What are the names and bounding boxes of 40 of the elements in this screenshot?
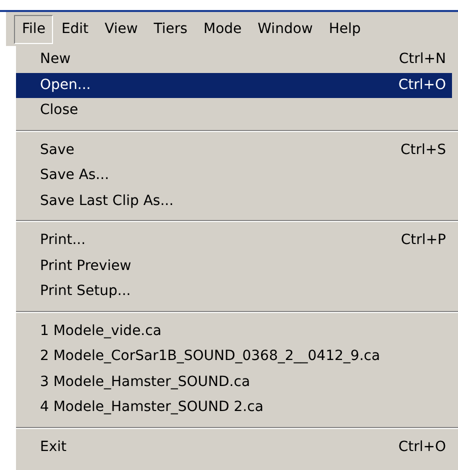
- menu-item-label: 2 Modele_CorSar1B_SOUND_0368_2__0412_9.ca: [40, 347, 380, 366]
- menu-bar-item[interactable]: Help: [320, 14, 369, 44]
- menu-bar-item[interactable]: Edit: [53, 14, 97, 44]
- menu-item[interactable]: Save As...: [16, 163, 452, 188]
- menu-item[interactable]: Open... Ctrl+O: [16, 72, 452, 98]
- menu-item-label: 4 Modele_Hamster_SOUND 2.ca: [40, 398, 264, 418]
- menu-item[interactable]: Exit Ctrl+O: [16, 434, 452, 460]
- menu-bar-item[interactable]: Window: [250, 14, 321, 44]
- menu-item[interactable]: Print Preview: [16, 254, 452, 279]
- menu-item[interactable]: 2 Modele_CorSar1B_SOUND_0368_2__0412_9.ca: [16, 344, 452, 370]
- menu-item-label: Close: [40, 101, 78, 120]
- menu-item[interactable]: Close: [16, 98, 452, 124]
- shortcut-label: Ctrl+P: [400, 231, 446, 250]
- menu-item-label: New: [40, 50, 71, 70]
- menu-item-label: 1 Modele_vide.ca: [40, 322, 162, 341]
- menu-item-label: Save As...: [40, 166, 110, 186]
- menu-item[interactable]: Print... Ctrl+P: [16, 228, 452, 254]
- menu-item[interactable]: 4 Modele_Hamster_SOUND 2.ca: [16, 395, 452, 420]
- menu-item[interactable]: Save Ctrl+S: [16, 138, 452, 163]
- menu-item-label: Print...: [40, 231, 86, 250]
- menu-item-label: Exit: [40, 438, 67, 457]
- menu-item[interactable]: 3 Modele_Hamster_SOUND.ca: [16, 370, 452, 395]
- menu-bar-item[interactable]: Tiers: [146, 14, 196, 44]
- shortcut-label: Ctrl+N: [398, 50, 446, 70]
- menu-bar-item[interactable]: Mode: [195, 14, 250, 44]
- menu-item-label: Save Last Clip As...: [40, 192, 174, 211]
- menu-item[interactable]: 1 Modele_vide.ca: [16, 318, 452, 344]
- shortcut-label: Ctrl+O: [398, 76, 446, 95]
- menu-item[interactable]: New Ctrl+N: [16, 47, 452, 72]
- menu-item-label: Print Preview: [40, 256, 132, 276]
- shortcut-label: Ctrl+O: [398, 438, 446, 457]
- menu-bar-item[interactable]: View: [96, 14, 146, 44]
- menu-item[interactable]: Print Setup...: [16, 279, 452, 304]
- menu-bar-item[interactable]: File: [14, 14, 54, 44]
- menu-item-label: 3 Modele_Hamster_SOUND.ca: [40, 372, 250, 392]
- menu-item-label: Open...: [40, 76, 91, 95]
- menu-item-label: Save: [40, 140, 74, 160]
- shortcut-label: Ctrl+S: [400, 140, 446, 160]
- menu-item[interactable]: Save Last Clip As...: [16, 188, 452, 214]
- menu-item-label: Print Setup...: [40, 282, 131, 302]
